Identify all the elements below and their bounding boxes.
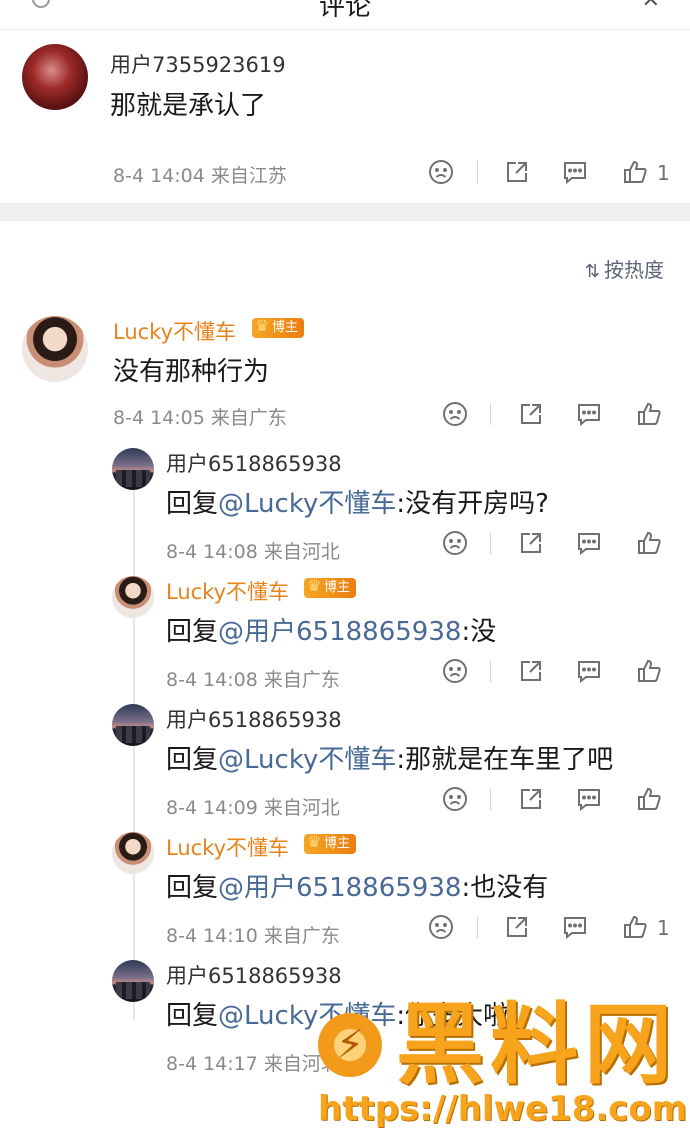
blogger-badge: 博主 — [304, 576, 356, 598]
avatar[interactable] — [22, 316, 88, 382]
mention-link[interactable]: @Lucky不懂车 — [218, 745, 396, 775]
share-icon[interactable] — [518, 530, 544, 556]
dislike-icon[interactable] — [442, 658, 468, 684]
avatar[interactable] — [112, 448, 154, 490]
reply-text: 回复@Lucky不懂车:那就是在车里了吧 — [166, 739, 613, 776]
comment-username[interactable]: Lucky不懂车 — [113, 316, 236, 346]
reply-username[interactable]: Lucky不懂车 — [166, 832, 289, 862]
close-icon[interactable]: ✕ — [642, 0, 660, 13]
reply-meta: 8-4 14:08 来自河北 — [166, 541, 340, 563]
comment-text: 没有那种行为 — [113, 357, 270, 387]
share-icon[interactable] — [504, 159, 530, 185]
watermark-url: https://hlwe18.com — [318, 1089, 688, 1129]
reply-icon[interactable] — [576, 401, 602, 427]
top-bar: 评论 ✕ — [0, 0, 690, 30]
thread-line — [133, 480, 135, 1020]
reply-prefix: 回复 — [166, 1001, 219, 1031]
separator — [477, 161, 478, 183]
reply-body: :也没有 — [461, 873, 549, 903]
avatar[interactable] — [112, 832, 154, 874]
like-icon[interactable] — [636, 401, 662, 427]
reply-icon[interactable] — [576, 786, 602, 812]
reply-meta: 8-4 14:10 来自广东 — [166, 925, 340, 947]
reply-prefix: 回复 — [166, 617, 219, 647]
reply-text: 回复@Lucky不懂车:没有开房吗? — [166, 483, 549, 520]
separator — [490, 660, 491, 682]
page-title: 评论 — [318, 0, 371, 22]
dislike-icon[interactable] — [442, 530, 468, 556]
separator — [490, 403, 491, 425]
reply-body: :那就是在车里了吧 — [396, 745, 614, 775]
reply-username[interactable]: 用户6518865938 — [166, 704, 342, 734]
avatar[interactable] — [22, 44, 88, 110]
separator — [490, 788, 491, 810]
share-icon[interactable] — [518, 401, 544, 427]
watermark-title: 黑料网 — [396, 993, 679, 1096]
sort-icon: ⇅ — [584, 261, 600, 282]
comment-meta: 8-4 14:05 来自广东 — [113, 407, 287, 429]
watermark: ⚡ 黑料网 https://hlwe18.com — [318, 995, 690, 1137]
like-icon[interactable] — [636, 786, 662, 812]
reply-prefix: 回复 — [166, 873, 219, 903]
avatar[interactable] — [112, 960, 154, 1002]
share-icon[interactable] — [518, 786, 544, 812]
dislike-icon[interactable] — [428, 914, 454, 940]
reply-prefix: 回复 — [166, 489, 219, 519]
separator — [477, 916, 478, 938]
section-divider — [0, 203, 690, 221]
reply-username[interactable]: 用户6518865938 — [166, 448, 342, 478]
sort-label: 按热度 — [604, 258, 664, 282]
dislike-icon[interactable] — [428, 159, 454, 185]
avatar[interactable] — [112, 576, 154, 618]
comment-meta: 8-4 14:04 来自江苏 — [113, 165, 287, 187]
like-icon[interactable] — [636, 658, 662, 684]
reply-body: :没有开房吗? — [396, 489, 549, 519]
blogger-badge: 博主 — [304, 832, 356, 854]
reply-text: 回复@用户6518865938:也没有 — [166, 867, 548, 904]
comment-username[interactable]: 用户7355923619 — [110, 49, 286, 79]
reply-icon[interactable] — [562, 914, 588, 940]
reply-username[interactable]: 用户6518865938 — [166, 960, 342, 990]
reply-text: 回复@用户6518865938:没 — [166, 611, 496, 648]
reply-meta: 8-4 14:17 来自河北 — [166, 1053, 340, 1075]
mention-link[interactable]: @Lucky不懂车 — [218, 489, 396, 519]
dislike-icon[interactable] — [442, 401, 468, 427]
reply-body: :没 — [461, 617, 497, 647]
blogger-badge: 博主 — [252, 316, 304, 338]
mention-link[interactable]: @用户6518865938 — [218, 617, 461, 647]
reply-icon[interactable] — [576, 658, 602, 684]
reply-username[interactable]: Lucky不懂车 — [166, 576, 289, 606]
mention-link[interactable]: @用户6518865938 — [218, 873, 461, 903]
like-count: 1 — [657, 161, 670, 185]
sort-button[interactable]: ⇅ 按热度 — [585, 254, 664, 283]
avatar[interactable] — [112, 704, 154, 746]
reply-meta: 8-4 14:08 来自广东 — [166, 669, 340, 691]
reply-prefix: 回复 — [166, 745, 219, 775]
reply-meta: 8-4 14:09 来自河北 — [166, 797, 340, 819]
reply-icon[interactable] — [576, 530, 602, 556]
share-icon[interactable] — [504, 914, 530, 940]
like-icon[interactable] — [636, 530, 662, 556]
separator — [490, 532, 491, 554]
share-icon[interactable] — [518, 658, 544, 684]
comment-text: 那就是承认了 — [110, 91, 267, 121]
like-count: 1 — [657, 916, 670, 940]
like-icon[interactable] — [622, 159, 648, 185]
like-icon[interactable] — [622, 914, 648, 940]
dislike-icon[interactable] — [442, 786, 468, 812]
reply-icon[interactable] — [562, 159, 588, 185]
watermark-logo-icon: ⚡ — [318, 1013, 382, 1077]
